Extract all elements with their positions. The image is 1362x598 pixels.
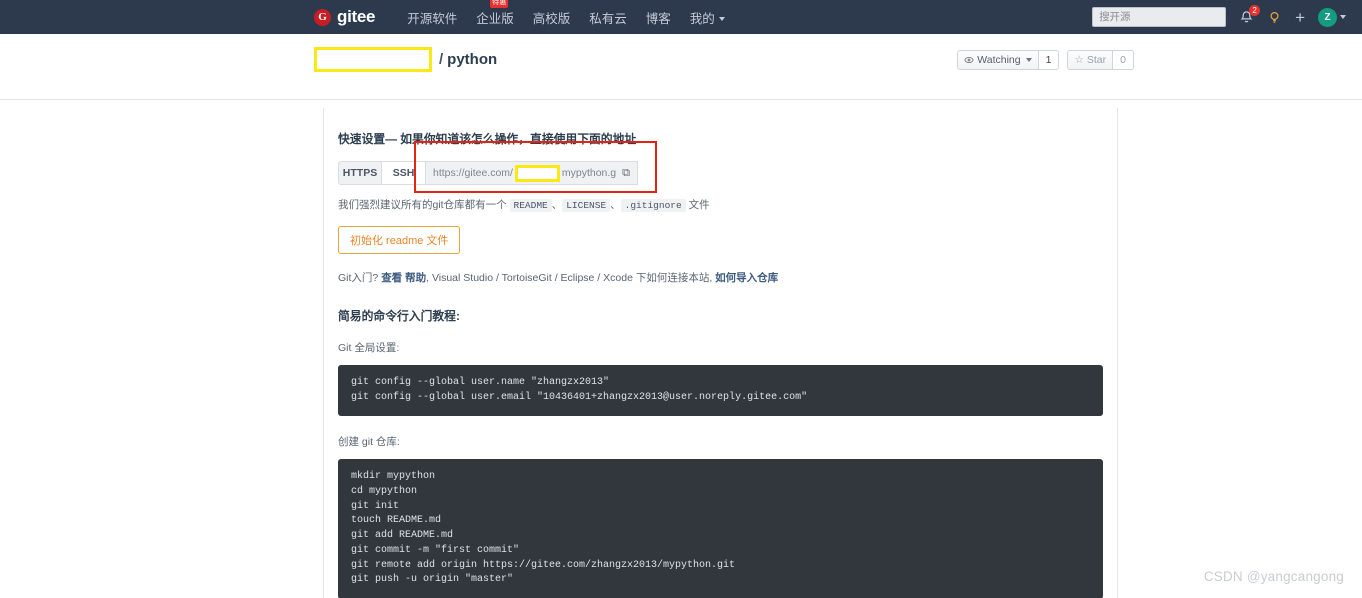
clone-url-row: HTTPS SSH https://gitee.com/ mypython.g …	[338, 161, 1103, 185]
protocol-ssh-button[interactable]: SSH	[382, 161, 426, 185]
chip-license: LICENSE	[562, 199, 610, 212]
gitee-logo-icon: G	[314, 9, 331, 26]
init-readme-button[interactable]: 初始化 readme 文件	[338, 226, 460, 254]
link-import-repo[interactable]: 如何导入仓库	[715, 272, 778, 284]
nav-link-opensource[interactable]: 开源软件	[407, 8, 457, 27]
repo-files-hint: 我们强烈建议所有的git仓库都有一个 README、LICENSE、.gitig…	[338, 197, 1103, 212]
link-help[interactable]: 帮助	[405, 272, 426, 284]
bell-icon[interactable]: 2	[1239, 10, 1254, 25]
link-tools-text: , Visual Studio / TortoiseGit / Eclipse …	[426, 272, 712, 284]
quick-setup-title: 快速设置— 如果你知道该怎么操作，直接使用下面的地址	[338, 130, 1103, 147]
navbar-right: 2 + Z	[1092, 7, 1362, 27]
git-help-links: Git入门? 查看 帮助, Visual Studio / TortoiseGi…	[338, 270, 1103, 285]
chip-gitignore: .gitignore	[621, 199, 686, 212]
watch-button[interactable]: Watching	[957, 50, 1038, 70]
code-block-create-repo[interactable]: mkdir mypython cd mypython git init touc…	[338, 459, 1103, 598]
star-icon: ☆	[1074, 54, 1083, 66]
chip-readme: README	[510, 199, 552, 212]
lightbulb-icon[interactable]	[1267, 10, 1282, 25]
avatar-initial: Z	[1318, 8, 1337, 27]
chevron-down-icon	[1026, 58, 1032, 62]
nav-link-university[interactable]: 高校版	[533, 8, 571, 27]
navbar-links: 开源软件 特惠 企业版 高校版 私有云 博客 我的	[407, 8, 725, 27]
repo-name-label[interactable]: python	[447, 51, 497, 68]
nav-link-blog[interactable]: 博客	[646, 8, 671, 27]
repo-title: / python	[314, 46, 497, 72]
redacted-owner-name	[314, 47, 432, 72]
star-button[interactable]: ☆ Star	[1067, 50, 1113, 70]
nav-link-privatecloud[interactable]: 私有云	[589, 8, 627, 27]
repo-actions: Watching 1 ☆ Star 0	[957, 50, 1134, 70]
gitee-logo[interactable]: G gitee	[314, 7, 375, 27]
watermark: CSDN @yangcangong	[1204, 569, 1344, 584]
chevron-down-icon	[1340, 15, 1346, 19]
clone-url-suffix: mypython.g	[562, 167, 616, 179]
watch-count[interactable]: 1	[1039, 50, 1060, 70]
star-count[interactable]: 0	[1113, 50, 1134, 70]
tutorial-label-create-repo: 创建 git 仓库:	[338, 434, 1103, 449]
top-navbar: G gitee 开源软件 特惠 企业版 高校版 私有云 博客 我的	[0, 0, 1362, 34]
hint-prefix: 我们强烈建议所有的git仓库都有一个	[338, 199, 507, 211]
code-block-global-config[interactable]: git config --global user.name "zhangzx20…	[338, 365, 1103, 416]
plus-icon[interactable]: +	[1295, 9, 1305, 26]
protocol-https-button[interactable]: HTTPS	[338, 161, 382, 185]
tutorial-title: 简易的命令行入门教程:	[338, 307, 1103, 324]
promo-badge: 特惠	[490, 0, 508, 8]
nav-link-mine[interactable]: 我的	[690, 8, 725, 27]
page-root: G gitee 开源软件 特惠 企业版 高校版 私有云 博客 我的	[0, 0, 1362, 598]
git-intro-label: Git入门?	[338, 272, 378, 284]
star-button-group: ☆ Star 0	[1067, 50, 1134, 70]
avatar[interactable]: Z	[1318, 8, 1346, 27]
star-label: Star	[1087, 54, 1106, 66]
watch-button-group: Watching 1	[957, 50, 1059, 70]
redacted-url-segment	[515, 165, 560, 182]
link-view[interactable]: 查看	[381, 272, 402, 284]
clone-url-field[interactable]: https://gitee.com/ mypython.g ⧉	[426, 161, 638, 185]
hint-suffix: 文件	[689, 199, 710, 211]
copy-icon[interactable]: ⧉	[622, 167, 630, 180]
tutorial-label-global-config: Git 全局设置:	[338, 340, 1103, 355]
clone-url-prefix: https://gitee.com/	[433, 167, 513, 179]
repo-header: / python Watching 1 ☆ Star 0	[0, 34, 1362, 100]
gitee-logo-text: gitee	[337, 7, 375, 27]
bell-badge-count: 2	[1249, 5, 1260, 16]
search-input[interactable]	[1092, 7, 1226, 27]
nav-link-enterprise[interactable]: 特惠 企业版	[476, 8, 514, 27]
watch-label: Watching	[977, 54, 1020, 66]
repo-path-separator: /	[439, 51, 443, 68]
quick-setup-panel: 快速设置— 如果你知道该怎么操作，直接使用下面的地址 HTTPS SSH htt…	[323, 108, 1118, 598]
